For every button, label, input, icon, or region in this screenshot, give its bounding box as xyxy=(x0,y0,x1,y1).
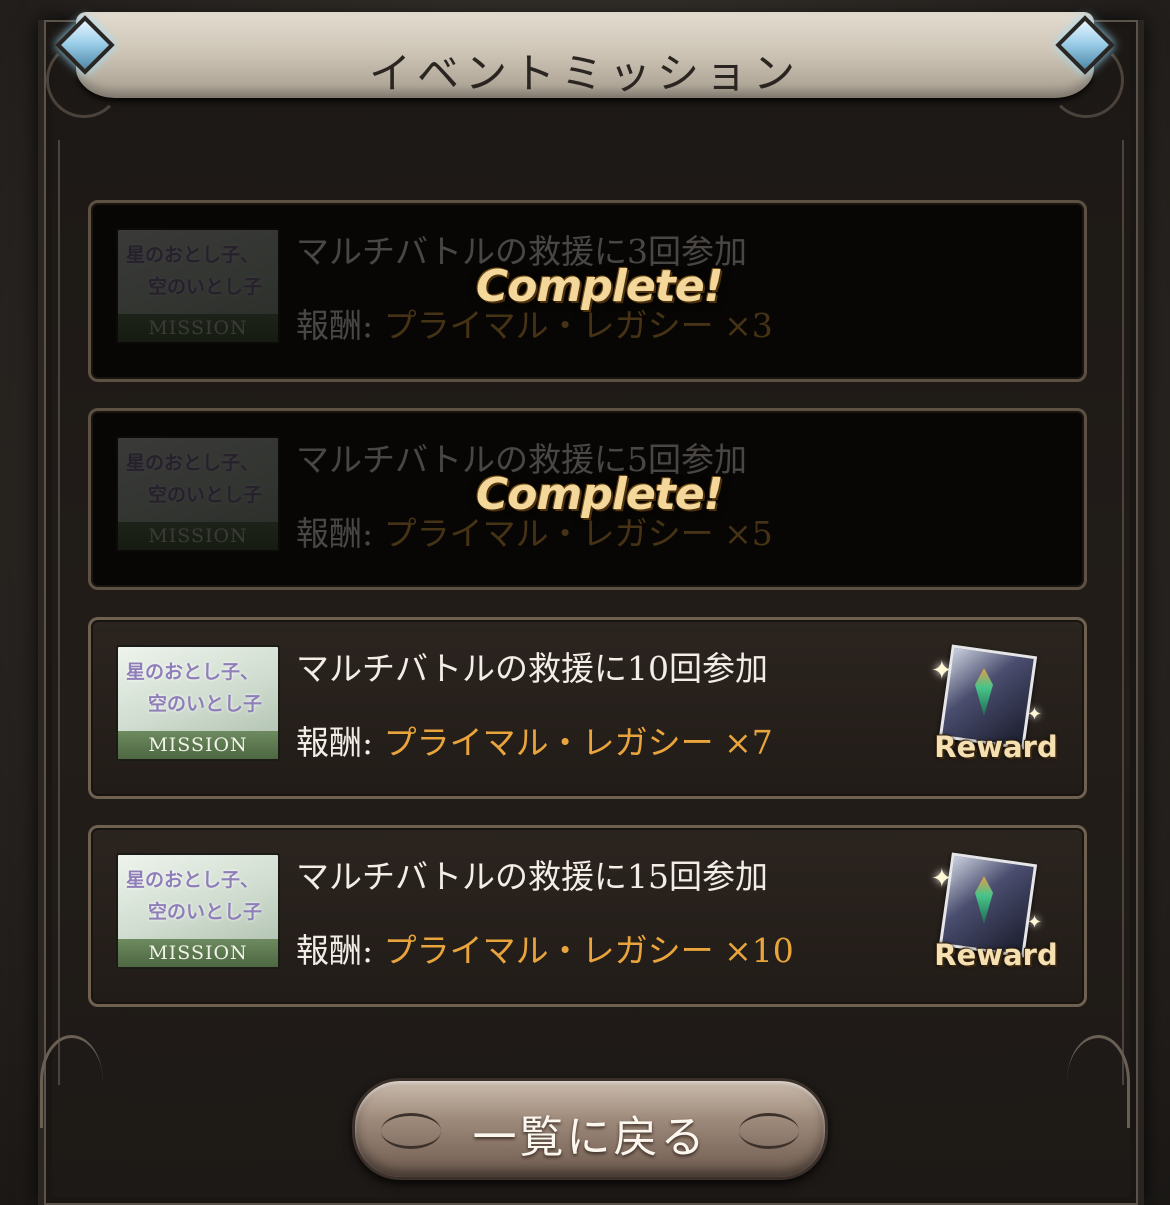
back-button-label: 一覧に戻る xyxy=(472,1112,708,1163)
thumbnail-text: 星のおとし子、 xyxy=(126,869,260,891)
dialog-header: イベントミッション xyxy=(36,0,1134,135)
reward-label: 報酬: xyxy=(296,514,374,553)
sparkle-icon: ✦ xyxy=(931,656,953,686)
thumbnail-text: 星のおとし子、 xyxy=(126,244,260,266)
reward-button-label: Reward xyxy=(934,938,1058,972)
frame-ornament xyxy=(40,1035,103,1128)
back-to-list-button[interactable]: 一覧に戻る xyxy=(352,1078,828,1180)
mission-card-4: 星のおとし子、 空のいとし子 MISSION マルチバトルの救援に15回参加 報… xyxy=(88,825,1087,1007)
sparkle-icon: ✦ xyxy=(1027,704,1043,725)
mission-reward: 報酬: プライマル・レガシー ×10 xyxy=(296,924,794,972)
mission-thumbnail: 星のおとし子、 空のいとし子 MISSION xyxy=(116,228,280,344)
mission-reward: 報酬: プライマル・レガシー ×7 xyxy=(296,716,773,764)
mission-band: MISSION xyxy=(118,731,278,759)
mission-band: MISSION xyxy=(118,939,278,967)
mission-band: MISSION xyxy=(118,522,278,550)
mission-dialog-frame xyxy=(38,20,1144,1205)
dialog-title: イベントミッション xyxy=(368,49,801,98)
mission-card-2: 星のおとし子、 空のいとし子 MISSION マルチバトルの救援に5回参加 報酬… xyxy=(88,408,1087,590)
mission-card-1: 星のおとし子、 空のいとし子 MISSION マルチバトルの救援に3回参加 報酬… xyxy=(88,200,1087,382)
mission-title: マルチバトルの救援に10回参加 xyxy=(296,649,768,688)
thumbnail-text: 星のおとし子、 xyxy=(126,452,260,474)
complete-badge: Complete! xyxy=(476,469,724,520)
reward-value: プライマル・レガシー ×10 xyxy=(383,931,794,970)
mission-title: マルチバトルの救援に15回参加 xyxy=(296,857,768,896)
reward-button-label: Reward xyxy=(934,730,1058,764)
sparkle-icon: ✦ xyxy=(1027,912,1043,933)
reward-value: プライマル・レガシー ×7 xyxy=(383,723,773,762)
thumbnail-text: 星のおとし子、 xyxy=(126,661,260,683)
mission-card-3: 星のおとし子、 空のいとし子 MISSION マルチバトルの救援に10回参加 報… xyxy=(88,617,1087,799)
reward-button[interactable]: ✦ ✦ Reward xyxy=(931,644,1058,780)
mission-band: MISSION xyxy=(118,314,278,342)
reward-button[interactable]: ✦ ✦ Reward xyxy=(931,852,1058,988)
thumbnail-text: 空のいとし子 xyxy=(148,276,263,298)
reward-label: 報酬: xyxy=(296,723,374,762)
thumbnail-text: 空のいとし子 xyxy=(148,484,263,506)
mission-thumbnail: 星のおとし子、 空のいとし子 MISSION xyxy=(116,436,280,552)
thumbnail-text: 空のいとし子 xyxy=(148,901,263,923)
mission-thumbnail: 星のおとし子、 空のいとし子 MISSION xyxy=(116,853,280,969)
reward-label: 報酬: xyxy=(296,931,374,970)
mission-thumbnail: 星のおとし子、 空のいとし子 MISSION xyxy=(116,645,280,761)
complete-badge: Complete! xyxy=(476,261,724,312)
reward-label: 報酬: xyxy=(296,306,374,345)
header-scroll: イベントミッション xyxy=(46,12,1124,118)
thumbnail-text: 空のいとし子 xyxy=(148,693,263,715)
sparkle-icon: ✦ xyxy=(931,864,953,894)
frame-ornament xyxy=(1067,1035,1130,1128)
